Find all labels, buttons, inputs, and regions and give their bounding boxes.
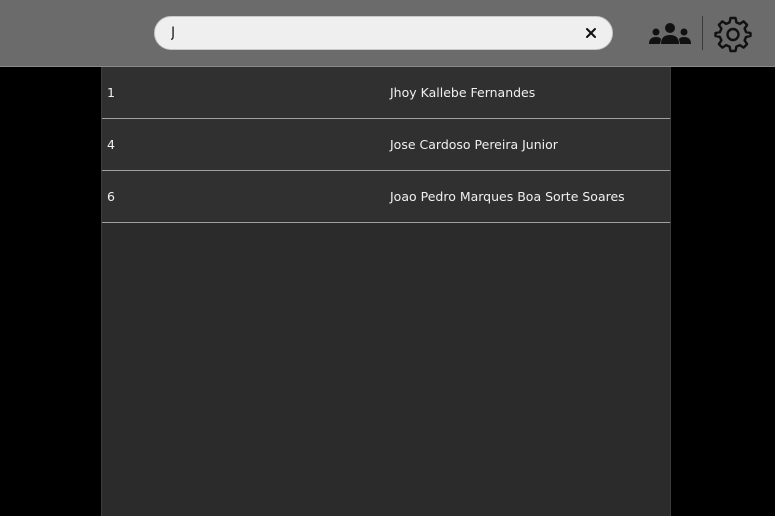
result-name: Jose Cardoso Pereira Junior bbox=[390, 137, 558, 152]
result-row[interactable]: 4 Jose Cardoso Pereira Junior bbox=[102, 119, 670, 171]
top-bar bbox=[0, 0, 775, 67]
users-group-icon[interactable] bbox=[648, 20, 692, 48]
gear-icon[interactable] bbox=[714, 15, 752, 53]
close-icon[interactable] bbox=[582, 24, 600, 42]
result-id: 6 bbox=[107, 189, 115, 204]
results-panel: 1 Jhoy Kallebe Fernandes 4 Jose Cardoso … bbox=[101, 67, 671, 516]
result-row[interactable]: 6 Joao Pedro Marques Boa Sorte Soares bbox=[102, 171, 670, 223]
result-name: Jhoy Kallebe Fernandes bbox=[390, 85, 536, 100]
search-input[interactable] bbox=[171, 17, 571, 49]
result-name: Joao Pedro Marques Boa Sorte Soares bbox=[390, 189, 625, 204]
result-row[interactable]: 1 Jhoy Kallebe Fernandes bbox=[102, 67, 670, 119]
search-box[interactable] bbox=[154, 16, 613, 50]
toolbar-divider bbox=[702, 16, 703, 50]
result-id: 1 bbox=[107, 85, 115, 100]
result-id: 4 bbox=[107, 137, 115, 152]
